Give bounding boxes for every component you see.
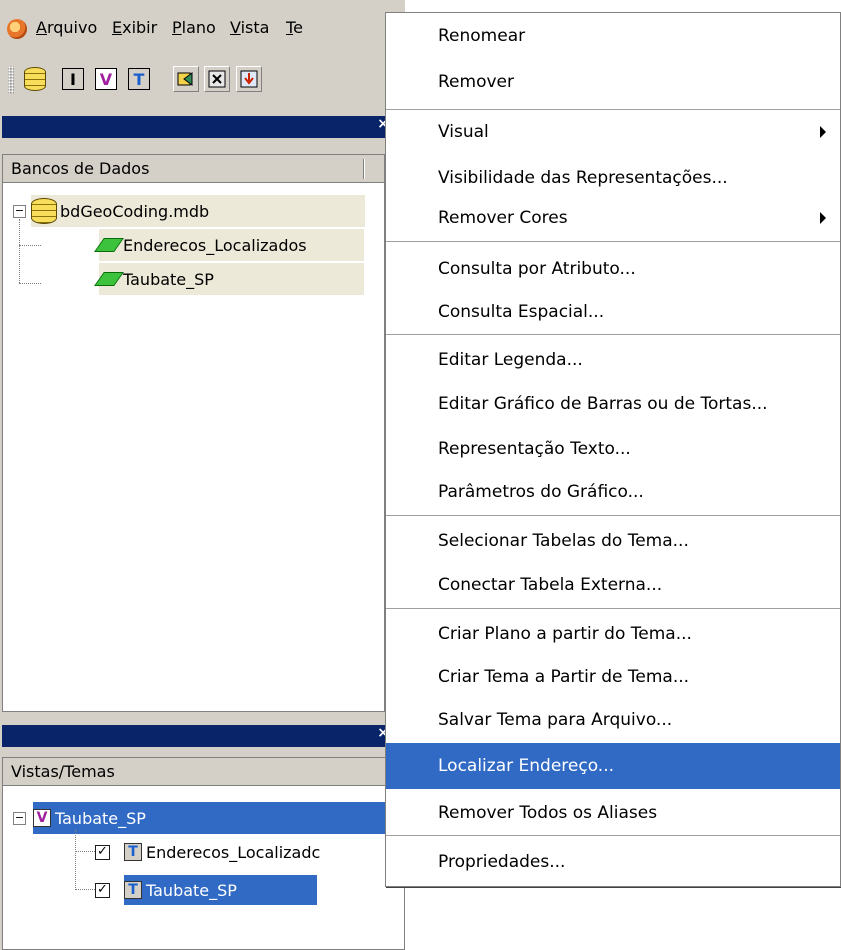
menu-exibir[interactable]: Exibir	[112, 18, 157, 37]
menu-item-editar-legenda[interactable]: Editar Legenda...	[386, 337, 840, 383]
theme-icon: T	[124, 843, 142, 861]
menu-vista[interactable]: Vista	[230, 18, 269, 37]
theme-letter-icon[interactable]: T	[126, 66, 152, 92]
menu-item-representacao-texto[interactable]: Representação Texto...	[386, 426, 840, 472]
menu-item-criar-tema[interactable]: Criar Tema a Partir de Tema...	[386, 654, 840, 700]
left-panel: Arquivo Exibir Plano Vista Te I V T × Ba…	[0, 0, 409, 950]
polygon-layer-icon	[94, 272, 124, 286]
database-icon[interactable]	[22, 66, 48, 92]
menu-item-localizar-endereco[interactable]: Localizar Endereço...	[386, 743, 840, 789]
theme-icon: T	[124, 881, 142, 899]
tool-3-icon[interactable]	[236, 66, 262, 92]
databases-titlebar: ×	[2, 116, 395, 138]
polygon-layer-icon	[94, 238, 124, 252]
tree-layer[interactable]: Enderecos_Localizados	[94, 229, 364, 261]
menu-item-remover-aliases[interactable]: Remover Todos os Aliases	[386, 790, 840, 836]
databases-header[interactable]: Bancos de Dados	[3, 155, 384, 183]
submenu-arrow-icon	[820, 212, 826, 224]
menu-arquivo[interactable]: Arquivo	[36, 18, 97, 37]
menu-item-remover-cores[interactable]: Remover Cores	[386, 195, 840, 241]
views-tree: Vistas/Temas − V Taubate_SP ✓ T Endereco…	[2, 757, 409, 950]
app-logo-icon[interactable]	[7, 19, 27, 39]
views-header[interactable]: Vistas/Temas	[3, 758, 404, 786]
menu-item-editar-grafico[interactable]: Editar Gráfico de Barras ou de Tortas...	[386, 381, 840, 427]
databases-tree: Bancos de Dados − bdGeoCoding.mdb Endere…	[2, 154, 385, 712]
views-titlebar: ×	[2, 725, 395, 747]
tree-view[interactable]: V Taubate_SP	[33, 802, 409, 834]
menu-item-consulta-atributo[interactable]: Consulta por Atributo...	[386, 246, 840, 292]
menu-item-renomear[interactable]: Renomear	[386, 13, 840, 59]
menu-item-propriedades[interactable]: Propriedades...	[386, 839, 840, 885]
menu-item-selecionar-tabelas[interactable]: Selecionar Tabelas do Tema...	[386, 518, 840, 564]
tree-theme[interactable]: ✓ T Enderecos_Localizadc	[95, 836, 405, 868]
collapse-icon[interactable]: −	[13, 812, 26, 825]
menu-bar: Arquivo Exibir Plano Vista Te	[0, 14, 390, 44]
tool-1-icon[interactable]	[173, 66, 199, 92]
tree-layer[interactable]: Taubate_SP	[94, 263, 364, 295]
menu-item-criar-plano[interactable]: Criar Plano a partir do Tema...	[386, 611, 840, 657]
tree-theme[interactable]: ✓ T Taubate_SP	[95, 874, 405, 906]
context-menu: Renomear Remover Visual Visibilidade das…	[385, 12, 841, 887]
menu-item-remover[interactable]: Remover	[386, 59, 840, 105]
tree-database[interactable]: bdGeoCoding.mdb	[31, 195, 365, 227]
toolbar-grip[interactable]	[8, 66, 14, 94]
menu-item-visual[interactable]: Visual	[386, 109, 840, 155]
menu-item-salvar-tema[interactable]: Salvar Tema para Arquivo...	[386, 697, 840, 743]
menu-tema[interactable]: Te	[286, 18, 303, 37]
view-letter-icon[interactable]: V	[93, 66, 119, 92]
info-letter-icon[interactable]: I	[60, 66, 86, 92]
menu-plano[interactable]: Plano	[172, 18, 216, 37]
theme-visibility-checkbox[interactable]: ✓	[95, 844, 110, 860]
tool-2-icon[interactable]	[204, 66, 230, 92]
menu-item-conectar-tabela[interactable]: Conectar Tabela Externa...	[386, 562, 840, 608]
view-icon: V	[33, 809, 51, 827]
menu-item-consulta-espacial[interactable]: Consulta Espacial...	[386, 289, 840, 335]
database-icon	[31, 198, 57, 224]
toolbar: I V T	[0, 62, 390, 98]
collapse-icon[interactable]: −	[13, 205, 26, 218]
theme-visibility-checkbox[interactable]: ✓	[95, 882, 110, 898]
menu-item-parametros-grafico[interactable]: Parâmetros do Gráfico...	[386, 469, 840, 515]
submenu-arrow-icon	[820, 126, 826, 138]
